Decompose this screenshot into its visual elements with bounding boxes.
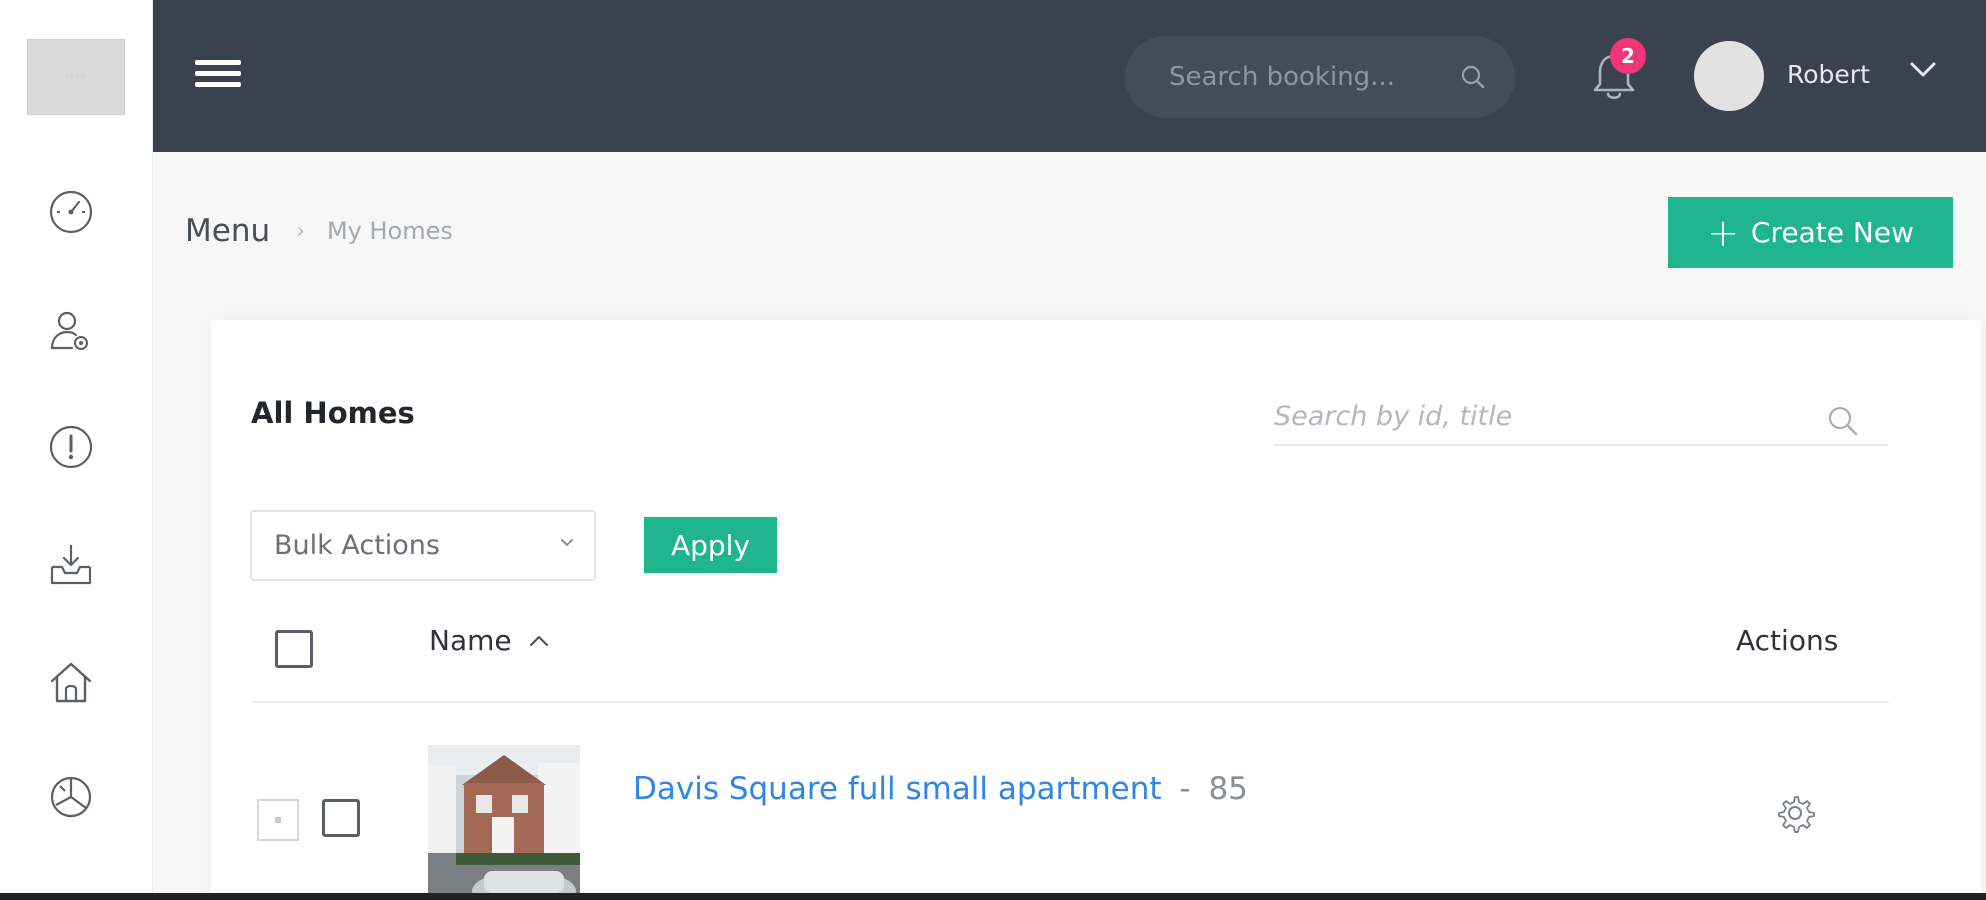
logo-text: LOGO xyxy=(65,73,87,80)
apply-button[interactable]: Apply xyxy=(644,517,777,573)
homes-search-input[interactable] xyxy=(1274,400,1814,432)
breadcrumb-separator: › xyxy=(296,218,305,244)
column-header-name[interactable]: Name xyxy=(429,624,550,657)
sidebar-item-bookings[interactable] xyxy=(45,538,97,590)
top-bar: 2 Robert xyxy=(153,0,1986,152)
hamburger-line xyxy=(195,82,241,87)
home-title-link[interactable]: Davis Square full small apartment xyxy=(633,771,1162,807)
home-title-separator: - xyxy=(1179,771,1191,807)
gear-icon[interactable] xyxy=(1773,791,1817,835)
row-checkbox[interactable] xyxy=(322,799,360,837)
menu-toggle-button[interactable] xyxy=(193,54,243,100)
breadcrumb-current: My Homes xyxy=(326,217,453,245)
breadcrumb-root[interactable]: Menu xyxy=(185,213,270,249)
home-icon xyxy=(50,662,92,703)
column-header-name-label: Name xyxy=(429,624,512,657)
user-settings-icon xyxy=(50,311,88,350)
notification-badge: 2 xyxy=(1610,38,1646,74)
logo[interactable]: LOGO xyxy=(27,38,125,115)
hamburger-line xyxy=(195,60,241,65)
gauge-icon xyxy=(49,190,93,234)
hamburger-line xyxy=(195,71,241,76)
booking-search-input[interactable] xyxy=(1169,62,1439,92)
select-all-checkbox[interactable] xyxy=(275,630,313,668)
bulk-actions-value: Bulk Actions xyxy=(274,530,440,561)
table-header-divider xyxy=(251,701,1889,703)
sort-asc-icon xyxy=(529,635,548,646)
user-name[interactable]: Robert xyxy=(1787,60,1870,89)
row-expand-toggle[interactable] xyxy=(257,799,299,841)
info-icon xyxy=(49,425,93,469)
caret-down-icon xyxy=(561,539,573,547)
home-title: Davis Square full small apartment - 85 xyxy=(633,771,1248,807)
sidebar-item-dashboard[interactable] xyxy=(45,186,97,238)
homes-search xyxy=(1274,388,1888,446)
inbox-download-icon xyxy=(50,545,92,585)
logo-area: LOGO xyxy=(0,0,152,153)
bulk-actions-select[interactable]: Bulk Actions xyxy=(250,510,596,581)
sidebar-item-users[interactable] xyxy=(45,305,97,357)
create-new-label: Create New xyxy=(1750,216,1914,249)
column-header-actions: Actions xyxy=(1736,624,1839,657)
home-thumbnail[interactable] xyxy=(428,745,580,900)
chevron-down-icon[interactable] xyxy=(1908,58,1938,82)
home-id: 85 xyxy=(1208,771,1248,807)
sidebar-item-reports[interactable] xyxy=(45,771,97,823)
booking-search xyxy=(1125,36,1515,118)
create-new-button[interactable]: + Create New xyxy=(1668,197,1953,268)
sidebar: LOGO xyxy=(0,0,153,900)
search-icon[interactable] xyxy=(1459,63,1487,91)
plus-icon: + xyxy=(1707,210,1739,255)
window-bottom-edge xyxy=(0,893,1986,900)
search-icon[interactable] xyxy=(1826,404,1860,438)
breadcrumb: Menu › My Homes xyxy=(185,213,453,249)
sidebar-item-homes[interactable] xyxy=(45,656,97,708)
avatar[interactable] xyxy=(1694,41,1764,111)
sidebar-item-info[interactable] xyxy=(45,421,97,473)
expand-icon xyxy=(275,817,281,823)
card-title: All Homes xyxy=(251,396,415,430)
pie-chart-icon xyxy=(50,776,92,818)
homes-card: All Homes Bulk Actions Apply Name Action… xyxy=(211,320,1981,900)
